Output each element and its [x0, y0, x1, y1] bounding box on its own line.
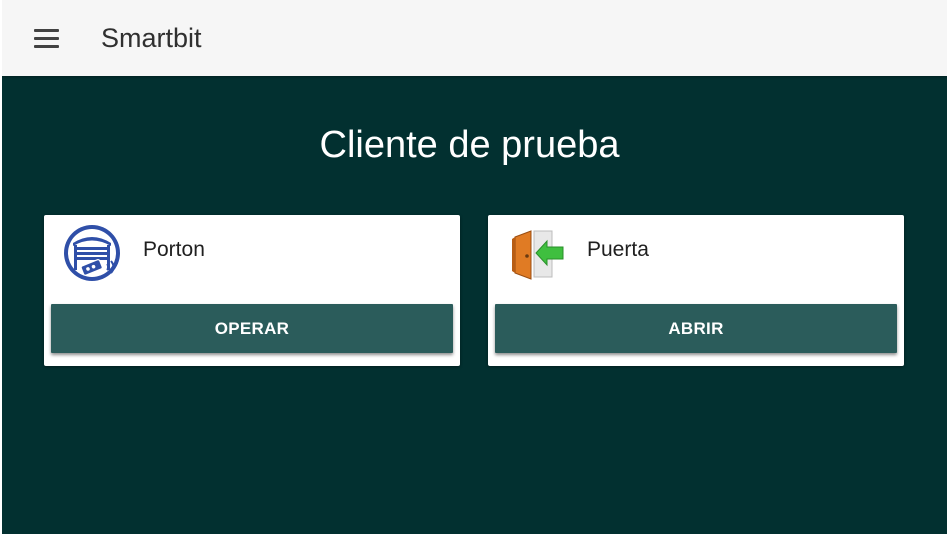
- door-enter-arrow-icon: [507, 223, 569, 285]
- page-title: Cliente de prueba: [319, 124, 620, 166]
- hamburger-menu-icon[interactable]: [26, 20, 66, 56]
- device-name: Puerta: [587, 238, 649, 261]
- garage-gate-remote-icon: [63, 223, 125, 285]
- operar-button[interactable]: OPERAR: [51, 304, 453, 353]
- app-title: Smartbit: [101, 23, 202, 53]
- device-card-puerta: Puerta ABRIR: [488, 215, 904, 366]
- device-card-porton: Porton OPERAR: [44, 215, 460, 366]
- app-bar: Smartbit: [2, 0, 947, 76]
- device-name: Porton: [143, 238, 205, 261]
- abrir-button[interactable]: ABRIR: [495, 304, 897, 353]
- app-screen: Smartbit Cliente de prueba Porton OPERAR…: [2, 0, 947, 534]
